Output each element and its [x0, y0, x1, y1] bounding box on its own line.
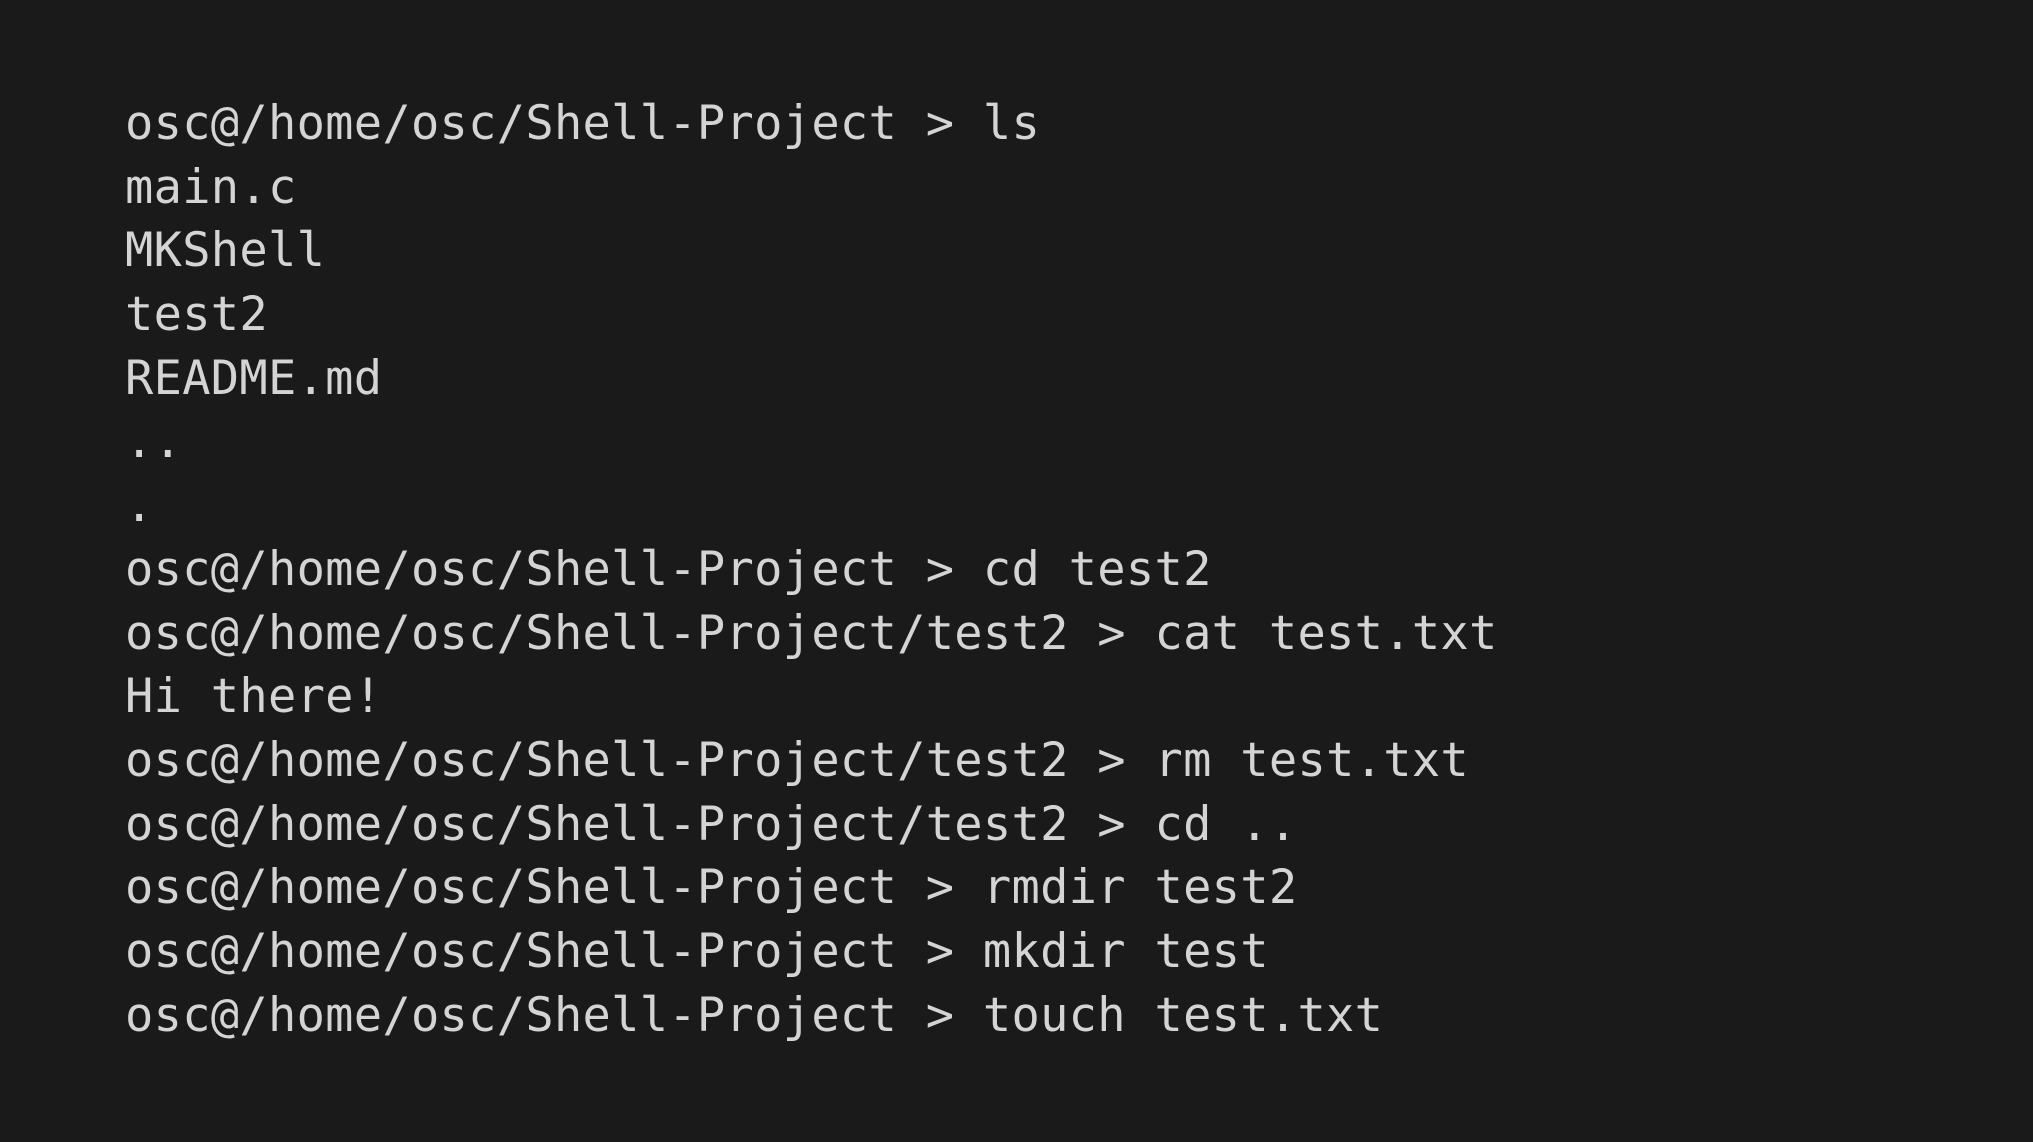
output-line-current-dir: . — [125, 478, 154, 534]
prompt-line-ls: osc@/home/osc/Shell-Project > ls — [125, 96, 1041, 151]
prompt-line-cat: osc@/home/osc/Shell-Project/test2 > cat … — [125, 605, 1498, 661]
prompt-line-rmdir: osc@/home/osc/Shell-Project > rmdir test… — [125, 860, 1298, 916]
output-line-parent-dir: .. — [125, 414, 183, 470]
output-line-mkshell: MKShell — [125, 223, 326, 279]
prompt-line-mkdir: osc@/home/osc/Shell-Project > mkdir test — [125, 923, 1269, 979]
prompt-line-touch: osc@/home/osc/Shell-Project > touch test… — [125, 987, 1384, 1043]
output-line-readme: README.md — [125, 350, 383, 406]
output-line-main-c: main.c — [125, 159, 297, 215]
output-line-test2: test2 — [125, 287, 268, 343]
output-line-hi-there: Hi there! — [125, 669, 383, 725]
prompt-line-rm: osc@/home/osc/Shell-Project/test2 > rm t… — [125, 732, 1470, 788]
prompt-line-cd-up: osc@/home/osc/Shell-Project/test2 > cd .… — [125, 796, 1298, 852]
prompt-line-cd-test2: osc@/home/osc/Shell-Project > cd test2 — [125, 541, 1212, 597]
terminal-window[interactable]: osc@/home/osc/Shell-Project > ls main.c … — [0, 0, 2033, 1142]
